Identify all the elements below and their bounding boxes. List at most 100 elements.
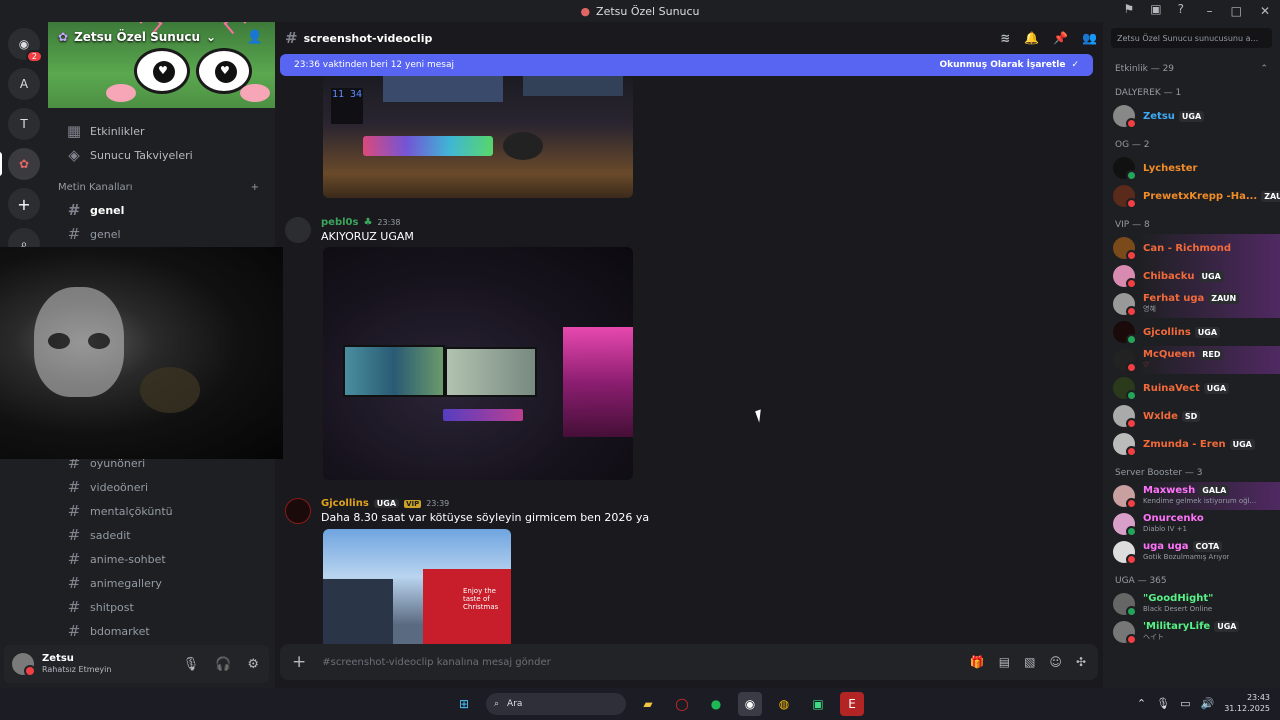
user-status: Rahatsız Etmeyin — [42, 665, 112, 674]
user-names[interactable]: Zetsu Rahatsız Etmeyin — [42, 653, 111, 675]
attachment-image-1[interactable]: 11 34 — [323, 76, 633, 198]
spotify-icon[interactable]: ● — [704, 692, 728, 716]
invite-people-icon[interactable]: 👤 — [247, 30, 263, 45]
server-a[interactable]: A — [8, 68, 40, 100]
hash-icon: # — [67, 225, 81, 243]
channel-videooneri[interactable]: # videoöneri — [54, 476, 269, 498]
member-item[interactable]: RuinaVect UGA — [1103, 374, 1280, 402]
member-item[interactable]: uga uga COTA Gotik Bozulmamış Arıyor — [1103, 538, 1280, 566]
member-item[interactable]: Zetsu UGA — [1103, 102, 1280, 130]
server-t[interactable]: T — [8, 108, 40, 140]
android-icon[interactable]: ▣ — [806, 692, 830, 716]
member-activity: Gotik Bozulmamış Arıyor — [1143, 553, 1230, 561]
screen-icon[interactable]: ▣ — [1150, 2, 1161, 16]
help-icon[interactable]: ? — [1178, 2, 1184, 16]
message-header: pebl0s ♣ 23:38 — [321, 217, 414, 228]
channel-animegallery[interactable]: # animegallery — [54, 572, 269, 594]
member-item[interactable]: Lychester — [1103, 154, 1280, 182]
flag-icon[interactable]: ⚑ — [1124, 2, 1135, 16]
category-text-channels[interactable]: Metin Kanalları + — [48, 168, 275, 197]
nav-boosts[interactable]: ◈ Sunucu Takviyeleri — [54, 144, 269, 166]
server-name-button[interactable]: ✿ Zetsu Özel Sunucu ⌄ — [58, 30, 216, 44]
member-item[interactable]: Ferhat uga ZAUN 영혜 — [1103, 290, 1280, 318]
server-name: Zetsu Özel Sunucu — [74, 30, 201, 44]
clock[interactable]: 23:43 31.12.2025 — [1224, 692, 1270, 714]
discord-taskbar-icon[interactable]: ◉ — [738, 692, 762, 716]
server-zetsu[interactable]: ✿ — [0, 148, 40, 180]
apps-icon[interactable]: ✣ — [1076, 655, 1086, 669]
new-messages-text: 23:36 vaktinden beri 12 yeni mesaj — [294, 60, 454, 70]
threads-icon[interactable]: ≋ — [1000, 31, 1010, 45]
plus-icon[interactable]: + — [292, 652, 306, 672]
avatar[interactable] — [12, 653, 36, 677]
maximize-icon[interactable]: □ — [1231, 4, 1242, 18]
bell-icon[interactable]: 🔔 — [1024, 31, 1039, 45]
taskbar-search[interactable]: ⌕ Ara — [486, 693, 626, 715]
volume-icon[interactable]: 🔊 — [1200, 697, 1214, 710]
author-name[interactable]: pebl0s — [321, 217, 358, 228]
server-banner[interactable]: ♥ ♥ ✿ Zetsu Özel Sunucu ⌄ 👤 — [48, 22, 275, 108]
message-text: Daha 8.30 saat var kötüyse söyleyin girm… — [321, 511, 650, 524]
member-item[interactable]: PrewetxKrepp -Ha...ZAUN — [1103, 182, 1280, 210]
microphone-icon[interactable]: 🎙 — [1156, 697, 1170, 710]
ear-right — [223, 22, 247, 35]
new-messages-bar[interactable]: 23:36 vaktinden beri 12 yeni mesaj Okunm… — [280, 54, 1093, 76]
nav-events-label: Etkinlikler — [90, 124, 145, 138]
add-server-button[interactable]: + — [8, 188, 40, 220]
start-icon[interactable]: ⊞ — [452, 692, 476, 716]
avatar — [1113, 293, 1137, 317]
member-activity: 영혜 — [1143, 305, 1156, 313]
gear-icon[interactable]: ⚙ — [247, 657, 259, 672]
avatar[interactable] — [285, 498, 311, 524]
channel-bdomarket[interactable]: # bdomarket — [54, 620, 269, 642]
member-item[interactable]: Wxlde SD — [1103, 402, 1280, 430]
member-item[interactable]: McQueen RED ♡ — [1103, 346, 1280, 374]
gif-icon[interactable]: ▤ — [999, 655, 1010, 669]
attachment-image-3[interactable]: Enjoy the taste of Christmas — [323, 529, 511, 649]
network-icon[interactable]: ▭ — [1180, 697, 1190, 710]
channel-genel[interactable]: # genel — [54, 199, 269, 221]
channel-shitpost[interactable]: # shitpost — [54, 596, 269, 618]
member-item[interactable]: Chibacku UGA — [1103, 262, 1280, 290]
microphone-icon[interactable]: 🎙 — [183, 657, 200, 672]
add-channel-icon[interactable]: + — [251, 182, 259, 193]
chrome-icon[interactable]: ◍ — [772, 692, 796, 716]
member-item[interactable]: 'MilitaryLife UGA ヘイト — [1103, 618, 1280, 646]
gift-icon[interactable]: 🎁 — [970, 655, 985, 669]
minimize-icon[interactable]: – — [1207, 4, 1213, 18]
message-composer[interactable]: + #screenshot-videoclip kanalına mesaj g… — [280, 644, 1098, 680]
avatar[interactable] — [285, 217, 311, 243]
headphones-icon[interactable]: 🎧 — [215, 657, 231, 672]
home-button[interactable]: ◉ 2 — [8, 28, 43, 63]
file-explorer-icon[interactable]: ▰ — [636, 692, 660, 716]
chevron-up-icon[interactable]: ⌃ — [1260, 64, 1268, 74]
avatar — [1113, 433, 1137, 457]
sticker-icon[interactable]: ▧ — [1024, 655, 1035, 669]
member-item[interactable]: Onurcenko Diablo IV +1 — [1103, 510, 1280, 538]
member-item[interactable]: Gjcollins UGA — [1103, 318, 1280, 346]
member-item[interactable]: Can - Richmond — [1103, 234, 1280, 262]
attachment-image-2[interactable] — [323, 247, 633, 480]
composer-placeholder[interactable]: #screenshot-videoclip kanalına mesaj gön… — [322, 657, 550, 668]
pin-icon[interactable]: 📌 — [1053, 31, 1068, 45]
search-input[interactable]: Zetsu Özel Sunucu sunucusunu a... — [1111, 28, 1272, 48]
pc-case — [563, 327, 633, 437]
close-icon[interactable]: ✕ — [1260, 4, 1270, 18]
epic-games-icon[interactable]: E — [840, 692, 864, 716]
member-item[interactable]: Maxwesh GALA Kendime gelmek istiyorum oğl.… — [1103, 482, 1280, 510]
mark-read-button[interactable]: Okunmuş Olarak İşaretle ✓ — [939, 60, 1079, 70]
avatar — [1113, 405, 1137, 429]
opera-icon[interactable]: ◯ — [670, 692, 694, 716]
member-item[interactable]: "GoodHight" Black Desert Online — [1103, 590, 1280, 618]
nav-events[interactable]: ▦ Etkinlikler — [54, 120, 269, 142]
channel-genel-2[interactable]: # genel — [54, 223, 269, 245]
channel-anime-sohbet[interactable]: # anime-sohbet — [54, 548, 269, 570]
emoji-icon[interactable]: ☺ — [1049, 655, 1062, 669]
author-name[interactable]: Gjcollins — [321, 498, 369, 509]
member-name: uga uga — [1143, 541, 1189, 552]
member-item[interactable]: Zmunda - Eren UGA — [1103, 430, 1280, 458]
members-icon[interactable]: 👥 — [1082, 31, 1097, 45]
channel-mentalcokuntu[interactable]: # mentalçöküntü — [54, 500, 269, 522]
channel-sadedit[interactable]: # sadedit — [54, 524, 269, 546]
chevron-up-icon[interactable]: ⌃ — [1137, 697, 1146, 710]
